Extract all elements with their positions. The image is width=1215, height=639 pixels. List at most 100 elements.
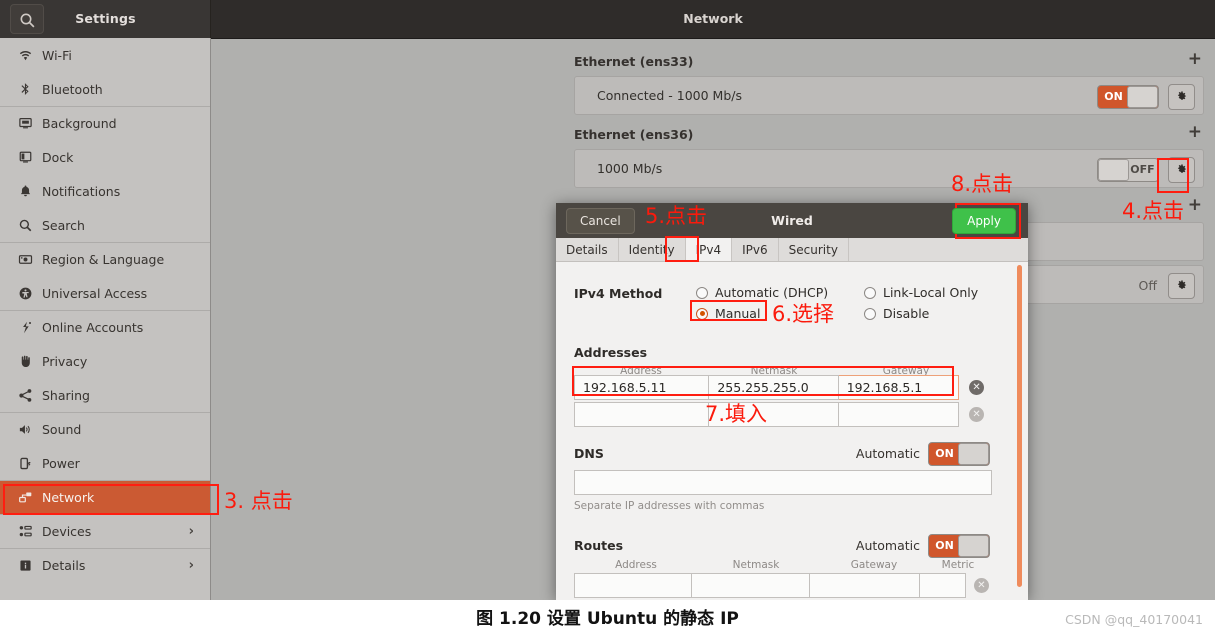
sidebar-item-universal-access[interactable]: Universal Access	[0, 276, 210, 310]
annotation-box-step3	[3, 484, 219, 515]
route-netmask-input[interactable]	[692, 573, 810, 598]
dns-hint: Separate IP addresses with commas	[574, 500, 765, 512]
annotation-step7: 7.填入	[705, 402, 768, 426]
sidebar-item-online-accounts[interactable]: Online Accounts	[0, 310, 210, 344]
wifi-icon	[18, 48, 42, 63]
routes-automatic-label: Automatic	[855, 538, 920, 553]
dns-automatic-label: Automatic	[855, 446, 920, 461]
sidebar-item-search[interactable]: Search	[0, 208, 210, 242]
dns-title: DNS	[574, 446, 604, 461]
addresses-title: Addresses	[574, 345, 648, 360]
sidebar-item-region-language[interactable]: Region & Language	[0, 242, 210, 276]
sidebar-item-sharing[interactable]: Sharing	[0, 378, 210, 412]
connection-toggle-ens33[interactable]: ON	[1097, 84, 1159, 109]
toggle-knob	[958, 443, 989, 465]
toggle-label: ON	[1104, 89, 1123, 103]
sidebar-item-bluetooth[interactable]: Bluetooth	[0, 72, 210, 106]
dns-input[interactable]	[574, 470, 992, 495]
sidebar-item-sound[interactable]: Sound	[0, 412, 210, 446]
sidebar-item-label: Background	[42, 116, 117, 131]
annotation-box-step6	[690, 300, 767, 321]
cancel-button[interactable]: Cancel	[566, 207, 635, 234]
dialog-titlebar: Cancel Wired Apply	[556, 203, 1028, 238]
dialog-scrollbar[interactable]	[1017, 265, 1022, 587]
route-address-input[interactable]	[574, 573, 692, 598]
sidebar-item-notifications[interactable]: Notifications	[0, 174, 210, 208]
online-accounts-icon	[18, 320, 42, 335]
clear-icon[interactable]: ✕	[974, 578, 989, 593]
sidebar-item-privacy[interactable]: Privacy	[0, 344, 210, 378]
add-connection-button[interactable]: +	[1188, 123, 1202, 141]
toggle-label: OFF	[1130, 162, 1155, 176]
connection-row-ens36[interactable]: 1000 Mb/s OFF	[574, 149, 1204, 188]
universal-access-icon	[18, 286, 42, 301]
connection-toggle-ens36[interactable]: OFF	[1097, 157, 1159, 182]
caption-text: 图 1.20 设置 Ubuntu 的静态 IP	[476, 609, 739, 629]
tab-ipv6[interactable]: IPv6	[732, 238, 779, 261]
annotation-box-step5	[665, 236, 699, 262]
sidebar: Wi-Fi Bluetooth Background Dock Notification…	[0, 38, 211, 600]
sidebar-item-label: Wi-Fi	[42, 47, 72, 63]
clear-icon[interactable]: ✕	[969, 407, 984, 422]
sidebar-item-label: Details	[42, 558, 86, 573]
sidebar-item-devices[interactable]: Devices ›	[0, 514, 210, 548]
address-input-2[interactable]	[574, 402, 710, 427]
add-connection-button[interactable]: +	[1188, 50, 1202, 68]
details-info-icon	[18, 558, 42, 573]
sidebar-item-power[interactable]: Power	[0, 446, 210, 480]
radio-disable[interactable]: Disable	[864, 306, 929, 321]
sidebar-item-label: Search	[42, 217, 85, 233]
apply-button[interactable]: Apply	[952, 208, 1016, 234]
tab-details[interactable]: Details	[556, 238, 619, 261]
annotation-step4: 4.点击	[1122, 199, 1185, 223]
gear-icon[interactable]	[1168, 272, 1195, 299]
toggle-label: ON	[935, 447, 954, 460]
settings-window: Settings Network Wi-Fi Bluetooth Backgroun…	[0, 0, 1215, 600]
toggle-knob	[958, 535, 989, 557]
connection-status: 1000 Mb/s	[597, 161, 663, 176]
connection-row-ens33[interactable]: Connected - 1000 Mb/s ON	[574, 76, 1204, 115]
sidebar-item-details[interactable]: Details ›	[0, 548, 210, 582]
clear-icon[interactable]: ✕	[969, 380, 984, 395]
sidebar-item-wi-fi[interactable]: Wi-Fi	[0, 38, 210, 72]
sidebar-item-label: Sound	[42, 422, 82, 437]
routes-col-metric: Metric	[941, 559, 975, 571]
address-row-2: ✕	[574, 402, 984, 427]
dns-automatic-toggle[interactable]: ON	[928, 442, 990, 466]
gear-icon[interactable]	[1168, 83, 1195, 110]
power-icon	[18, 456, 42, 471]
sharing-icon	[18, 388, 42, 403]
sidebar-item-label: Devices	[42, 524, 92, 539]
add-connection-button[interactable]: +	[1188, 196, 1202, 214]
section-title: Ethernet (ens33)	[574, 53, 694, 69]
sidebar-item-label: Notifications	[42, 183, 121, 199]
routes-automatic-toggle[interactable]: ON	[928, 534, 990, 558]
routes-col-netmask: Netmask	[732, 559, 780, 571]
background-icon	[18, 116, 42, 131]
privacy-hand-icon	[18, 354, 42, 369]
connection-off-label: Off	[1138, 278, 1157, 293]
sound-icon	[18, 422, 42, 437]
route-gateway-input[interactable]	[810, 573, 920, 598]
routes-col-gateway: Gateway	[850, 559, 898, 571]
sidebar-item-dock[interactable]: Dock	[0, 140, 210, 174]
search-icon	[18, 218, 42, 233]
radio-label: Disable	[883, 306, 930, 321]
annotation-box-step4	[1157, 158, 1189, 193]
route-metric-input[interactable]	[920, 573, 966, 598]
ipv4-method-label: IPv4 Method	[574, 286, 663, 301]
tab-security[interactable]: Security	[779, 238, 849, 261]
watermark: CSDN @qq_40170041	[1065, 612, 1203, 627]
routes-title: Routes	[574, 538, 624, 553]
radio-dot-icon	[864, 307, 876, 320]
sidebar-item-label: Privacy	[42, 353, 88, 369]
bell-icon	[18, 184, 42, 199]
radio-link-local-only[interactable]: Link-Local Only	[864, 285, 978, 300]
sidebar-item-label: Region & Language	[42, 252, 165, 267]
sidebar-item-label: Universal Access	[42, 285, 148, 301]
wired-settings-dialog: Cancel Wired Apply Details Identity IPv4 IP…	[556, 203, 1028, 600]
sidebar-item-background[interactable]: Background	[0, 106, 210, 140]
toggle-knob	[1098, 158, 1129, 181]
routes-row-1: ✕	[574, 573, 992, 598]
gateway-input-2[interactable]	[838, 402, 960, 427]
